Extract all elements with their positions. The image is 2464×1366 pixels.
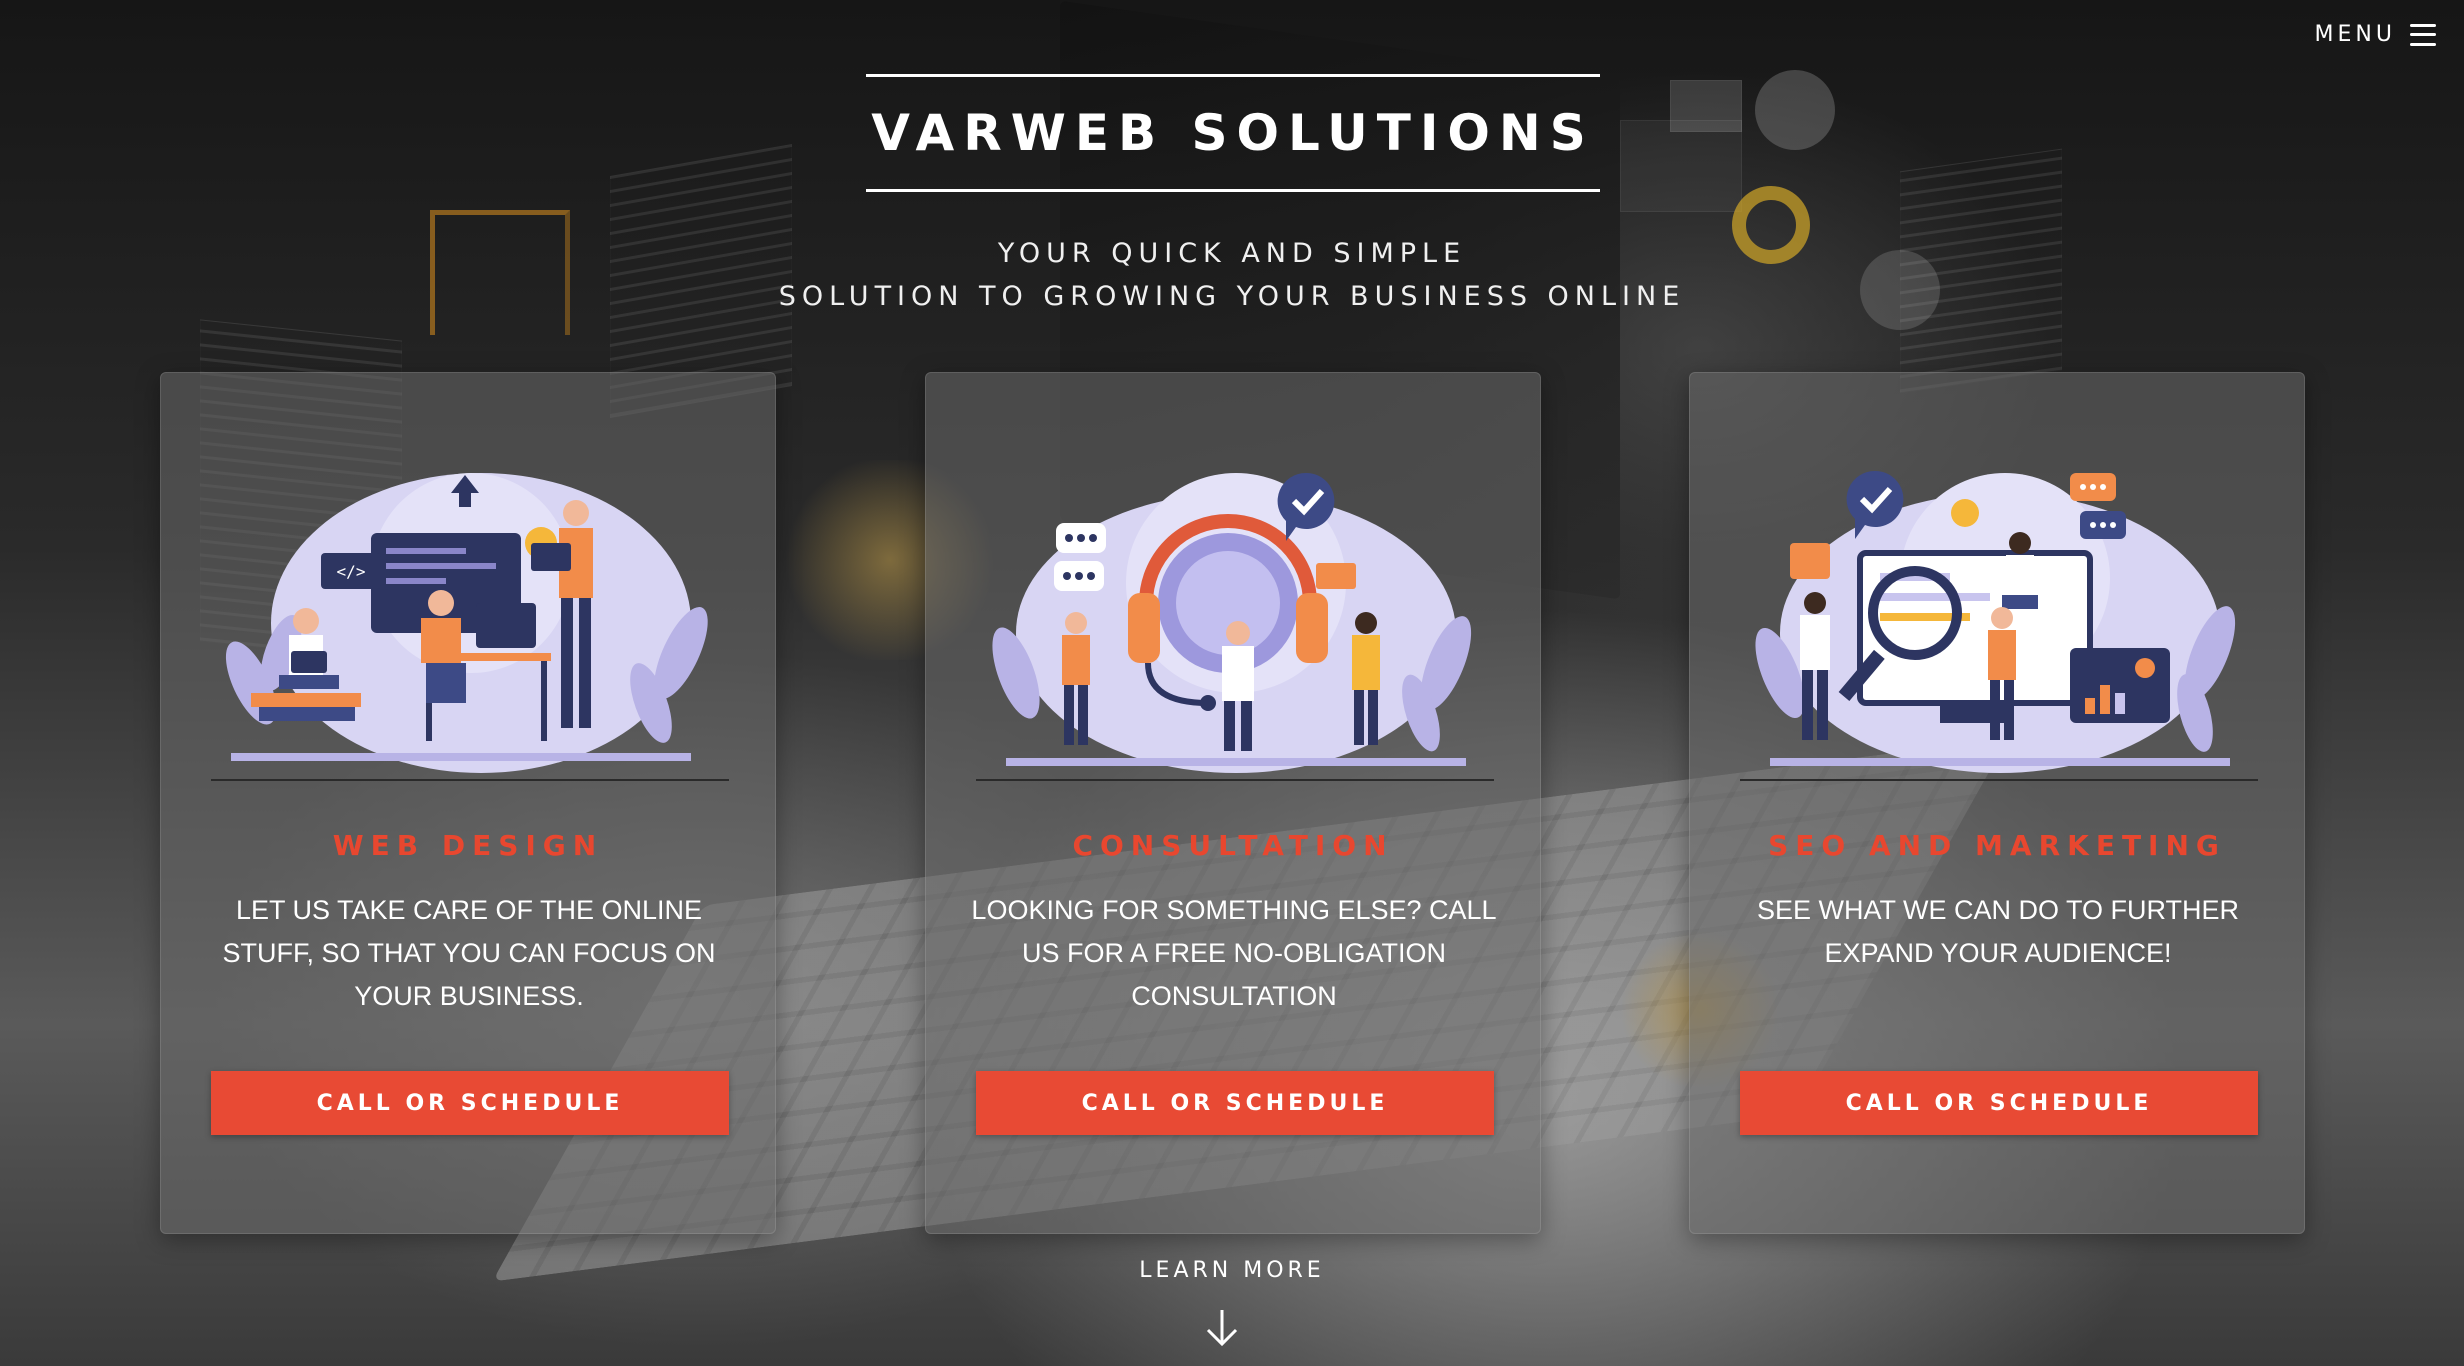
menu-button[interactable]: MENU: [2315, 22, 2436, 47]
card-title: SEO AND MARKETING: [1768, 829, 2226, 862]
site-title: VARWEB SOLUTIONS: [871, 104, 1595, 162]
service-card-seo-marketing: SEO AND MARKETING SEE WHAT WE CAN DO TO …: [1689, 372, 2305, 1234]
call-or-schedule-button[interactable]: CALL OR SCHEDULE: [211, 1071, 729, 1135]
card-description: LET US TAKE CARE OF THE ONLINE STUFF, SO…: [222, 895, 716, 1011]
seo-marketing-illustration: [1740, 453, 2258, 783]
learn-more-link[interactable]: LEARN MORE: [0, 1258, 2464, 1283]
card-title: WEB DESIGN: [332, 829, 604, 862]
site-title-frame: VARWEB SOLUTIONS: [866, 74, 1600, 192]
card-description: LOOKING FOR SOMETHING ELSE? CALL US FOR …: [971, 895, 1497, 1011]
card-title: CONSULTATION: [1072, 829, 1394, 862]
svg-text:</>: </>: [337, 562, 366, 581]
menu-label: MENU: [2314, 22, 2396, 47]
call-or-schedule-button[interactable]: CALL OR SCHEDULE: [1740, 1071, 2258, 1135]
background-speaker: [1755, 70, 1835, 150]
service-card-web-design: </> WEB DESIGN LET US TAKE CARE OF THE O…: [160, 372, 776, 1234]
service-card-consultation: CONSULTATION LOOKING FOR SOMETHING ELSE?…: [925, 372, 1541, 1234]
call-or-schedule-button[interactable]: CALL OR SCHEDULE: [976, 1071, 1494, 1135]
tagline-line-1: YOUR QUICK AND SIMPLE: [997, 238, 1467, 269]
hamburger-icon: [2410, 23, 2436, 46]
page: MENU VARWEB SOLUTIONS YOUR QUICK AND SIM…: [0, 0, 2464, 1366]
card-divider: [211, 779, 729, 781]
card-divider: [1740, 779, 2258, 781]
background-frame: [430, 210, 570, 335]
card-description: SEE WHAT WE CAN DO TO FURTHER EXPAND YOU…: [1756, 895, 2240, 968]
arrow-down-icon[interactable]: [1204, 1308, 1240, 1348]
consultation-illustration: [976, 453, 1494, 783]
background-panel: [1620, 120, 1742, 212]
card-divider: [976, 779, 1494, 781]
tagline-line-2: SOLUTION TO GROWING YOUR BUSINESS ONLINE: [778, 281, 1686, 312]
background-panel: [1670, 80, 1742, 132]
web-design-illustration: </>: [211, 453, 729, 783]
